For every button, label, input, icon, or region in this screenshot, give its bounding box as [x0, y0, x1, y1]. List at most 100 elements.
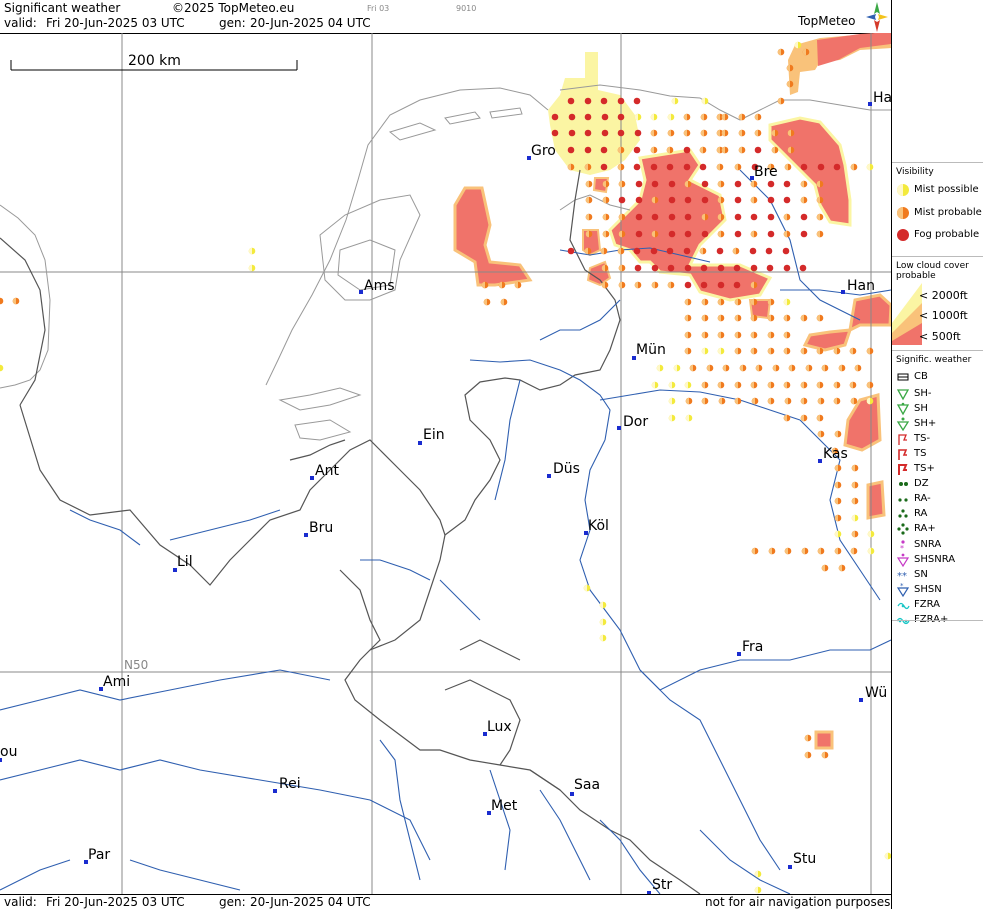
- fog-probable-dot: [568, 129, 576, 137]
- cloud-2000-label: < 2000ft: [919, 289, 968, 302]
- city-label: Han: [847, 278, 875, 294]
- legend-mist-probable: Mist probable: [896, 206, 982, 220]
- legend-label: Mist possible: [914, 184, 979, 195]
- showers-heavy-icon: [896, 417, 910, 432]
- mist-probable-dot: [833, 347, 841, 355]
- mist-probable-dot: [717, 196, 725, 204]
- fog-probable-dot: [684, 196, 692, 204]
- mist-probable-dot: [786, 80, 794, 88]
- legend-label: SHSN: [914, 584, 942, 595]
- mist-probable-dot: [700, 113, 708, 121]
- mist-probable-dot: [701, 314, 709, 322]
- rain-icon: [898, 509, 908, 518]
- legend-sigwx-item: SH-: [896, 387, 931, 401]
- fog-probable-dot: [734, 180, 742, 188]
- footer-valid-label: valid:: [4, 895, 37, 909]
- mist-probable-dot: [717, 298, 725, 306]
- navigation-notice: not for air navigation purposes: [705, 895, 891, 909]
- fog-probable-dot: [551, 113, 559, 121]
- city-marker: [818, 459, 822, 463]
- legend-label: FZRA: [914, 599, 940, 610]
- fog-probable-dot: [666, 247, 674, 255]
- mist-probable-dot: [717, 180, 725, 188]
- mist-probable-dot: [767, 381, 775, 389]
- legend-label: SH+: [914, 418, 937, 429]
- fog-probable-dot: [634, 264, 642, 272]
- mist-possible-dot: [599, 601, 607, 609]
- mist-probable-dot: [734, 298, 742, 306]
- mist-probable-dot: [684, 298, 692, 306]
- mist-probable-dot: [767, 397, 775, 405]
- fog-probable-dot: [800, 213, 808, 221]
- mist-probable-dot: [801, 547, 809, 555]
- mist-probable-dot: [804, 734, 812, 742]
- mist-possible-dot: [599, 634, 607, 642]
- fog-probable-dot: [733, 264, 741, 272]
- city-marker: [418, 441, 422, 445]
- mist-possible-dot: [867, 547, 875, 555]
- city-label: Met: [491, 798, 518, 814]
- city-label: Kas: [823, 446, 848, 462]
- fog-probable-dot: [684, 264, 692, 272]
- mist-probable-dot: [754, 113, 762, 121]
- city-label: Ein: [423, 427, 445, 443]
- footer-gen-label: gen:: [219, 895, 246, 909]
- mist-probable-dot: [750, 180, 758, 188]
- product-title: Significant weather: [4, 1, 121, 15]
- cloud-500-area: [768, 116, 852, 227]
- mist-possible-dot: [671, 97, 679, 105]
- mist-probable-dot: [734, 347, 742, 355]
- fog-probable-dot: [716, 247, 724, 255]
- legend-sigwx-item: TS-: [896, 432, 930, 446]
- mist-possible-dot: [867, 530, 875, 538]
- mist-probable-dot: [602, 196, 610, 204]
- cloud-500-area: [866, 480, 886, 520]
- mist-probable-dot: [833, 381, 841, 389]
- fog-probable-dot: [683, 247, 691, 255]
- snow-icon: **: [897, 571, 907, 582]
- mist-possible-dot: [794, 41, 802, 49]
- city-label: Ha: [873, 90, 891, 106]
- fog-probable-dot: [633, 247, 641, 255]
- mist-probable-dot: [788, 364, 796, 372]
- mist-probable-dot: [816, 347, 824, 355]
- fog-probable-dot: [635, 230, 643, 238]
- fog-probable-dot: [684, 230, 692, 238]
- weather-map[interactable]: N50 200 km Gro Bre Ha Ams Han Mün Dor Ei…: [0, 33, 891, 894]
- cb-icon: [897, 373, 909, 381]
- cloud-500-area: [453, 186, 533, 287]
- legend-panel: Visibility Mist possible Mist probable F…: [891, 0, 983, 909]
- mist-probable-dot: [851, 464, 859, 472]
- visibility-title: Visibility: [896, 167, 934, 177]
- mist-probable-dot: [800, 414, 808, 422]
- fog-probable-dot: [800, 163, 808, 171]
- mist-probable-dot: [777, 97, 785, 105]
- fog-probable-dot: [734, 230, 742, 238]
- mist-probable-dot: [617, 247, 625, 255]
- mist-probable-dot: [849, 381, 857, 389]
- mist-probable-dot: [767, 314, 775, 322]
- mist-probable-dot: [684, 347, 692, 355]
- fog-probable-dot: [817, 163, 825, 171]
- city-label: Bru: [309, 520, 334, 536]
- fog-probable-dot: [750, 264, 758, 272]
- legend-sigwx-item: ** SN: [896, 568, 928, 582]
- mist-probable-dot: [585, 196, 593, 204]
- fog-probable-dot: [584, 129, 592, 137]
- mist-probable-dot: [722, 364, 730, 372]
- fog-probable-dot: [683, 146, 691, 154]
- legend-sigwx-item: TS+: [896, 462, 935, 476]
- gen-label: gen:: [219, 16, 246, 30]
- mist-possible-dot: [599, 618, 607, 626]
- mist-possible-dot: [248, 264, 256, 272]
- mist-probable-dot: [650, 129, 658, 137]
- legend-separator: [892, 620, 983, 621]
- city-label: ou: [0, 744, 18, 760]
- mist-possible-dot: [651, 381, 659, 389]
- fog-probable-icon: [897, 229, 909, 241]
- showers-light-icon: [896, 389, 910, 401]
- mist-probable-dot: [585, 180, 593, 188]
- legend-sigwx-item: RA-: [896, 492, 931, 506]
- gen-value: 20-Jun-2025 04 UTC: [250, 16, 371, 30]
- mist-probable-dot: [750, 196, 758, 204]
